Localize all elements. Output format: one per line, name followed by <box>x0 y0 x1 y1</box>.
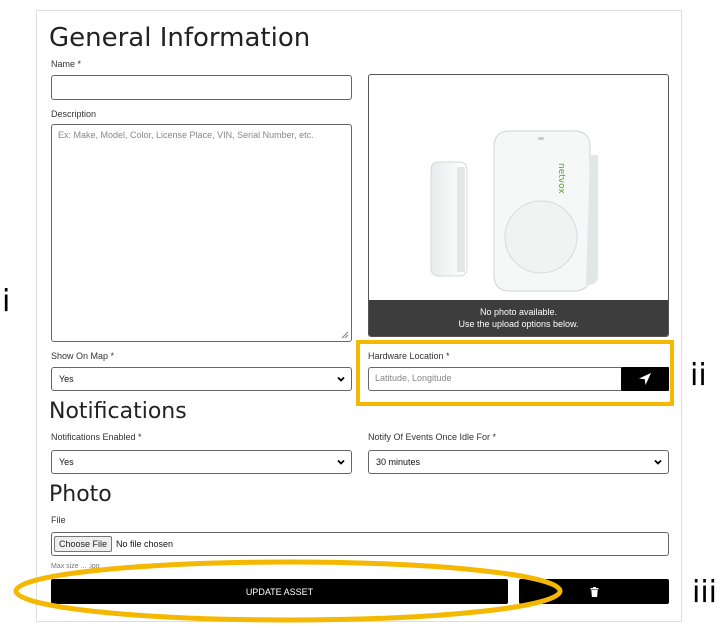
no-photo-line2: Use the upload options below. <box>458 319 579 329</box>
photo-heading: Photo <box>49 482 112 507</box>
notify-idle-select[interactable]: 30 minutes <box>368 450 669 474</box>
notifications-enabled-label: Notifications Enabled * <box>51 432 142 442</box>
notifications-heading: Notifications <box>49 399 187 424</box>
description-textarea[interactable]: Ex: Make, Model, Color, License Place, V… <box>51 124 352 342</box>
general-information-heading: General Information <box>49 23 311 53</box>
notifications-enabled-value: Yes <box>59 457 74 467</box>
device-image: netvox <box>430 130 598 292</box>
show-on-map-value: Yes <box>59 374 74 384</box>
chevron-down-icon <box>654 459 662 465</box>
chevron-down-icon <box>337 376 345 382</box>
description-placeholder: Ex: Make, Model, Color, License Place, V… <box>58 130 314 140</box>
no-photo-line1: No photo available. <box>479 307 558 317</box>
file-label: File <box>51 515 66 525</box>
highlight-ellipse-update <box>13 559 563 623</box>
no-photo-caption: No photo available. Use the upload optio… <box>369 300 668 336</box>
device-brand-text: netvox <box>556 163 566 194</box>
name-label: Name * <box>51 59 82 69</box>
marker-iii: iii <box>692 575 718 610</box>
no-file-text: No file chosen <box>116 539 174 549</box>
file-input[interactable]: Choose File No file chosen <box>51 532 669 556</box>
trash-icon <box>590 586 598 597</box>
show-on-map-label: Show On Map * <box>51 351 115 361</box>
marker-i: i <box>2 284 11 319</box>
choose-file-button[interactable]: Choose File <box>54 536 113 552</box>
photo-preview: netvox No photo available. Use the uploa… <box>368 74 669 337</box>
name-input[interactable] <box>51 75 352 100</box>
marker-ii: ii <box>690 358 707 393</box>
notify-idle-value: 30 minutes <box>376 457 421 467</box>
show-on-map-select[interactable]: Yes <box>51 367 352 391</box>
notify-idle-label: Notify Of Events Once Idle For * <box>368 432 497 442</box>
description-label: Description <box>51 109 97 119</box>
notifications-enabled-select[interactable]: Yes <box>51 450 352 474</box>
resize-handle-icon[interactable] <box>341 331 349 339</box>
asset-form-panel: General Information Name * Description E… <box>36 10 682 622</box>
chevron-down-icon <box>337 459 345 465</box>
highlight-box-hardware-location <box>356 340 674 406</box>
